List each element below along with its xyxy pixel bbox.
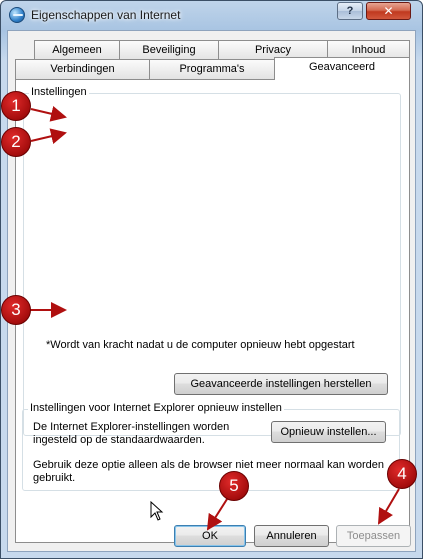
tab-algemeen[interactable]: Algemeen bbox=[34, 40, 120, 60]
close-button[interactable]: ✕ bbox=[366, 2, 411, 20]
internet-options-window: Eigenschappen van Internet ? ✕ Algemeen … bbox=[0, 0, 423, 559]
tab-programmas[interactable]: Programma's bbox=[149, 59, 275, 79]
apply-button[interactable]: Toepassen bbox=[336, 525, 411, 547]
restart-note: *Wordt van kracht nadat u de computer op… bbox=[46, 339, 355, 351]
reset-description: De Internet Explorer-instellingen worden… bbox=[33, 421, 230, 446]
callout-badge-4: 4 bbox=[387, 459, 417, 489]
callout-badge-5: 5 bbox=[219, 471, 249, 501]
settings-group-label: Instellingen bbox=[29, 86, 89, 98]
mouse-cursor-icon bbox=[150, 501, 164, 521]
callout-badge-3: 3 bbox=[1, 295, 31, 325]
tab-beveiliging[interactable]: Beveiliging bbox=[119, 40, 219, 60]
window-title: Eigenschappen van Internet bbox=[31, 8, 181, 22]
tab-verbindingen[interactable]: Verbindingen bbox=[15, 59, 150, 79]
callout-badge-1: 1 bbox=[1, 91, 31, 121]
reset-button[interactable]: Opnieuw instellen... bbox=[271, 421, 386, 443]
internet-explorer-icon bbox=[9, 7, 25, 23]
restore-advanced-settings-button[interactable]: Geavanceerde instellingen herstellen bbox=[174, 373, 388, 395]
reset-group-label: Instellingen voor Internet Explorer opni… bbox=[28, 402, 284, 414]
tab-geavanceerd[interactable]: Geavanceerd bbox=[274, 57, 410, 80]
reset-warning: Gebruik deze optie alleen als de browser… bbox=[33, 459, 384, 484]
dialog-client-area: Algemeen Beveiliging Privacy Inhoud Verb… bbox=[7, 30, 416, 552]
ok-button[interactable]: OK bbox=[174, 525, 246, 547]
callout-badge-2: 2 bbox=[1, 127, 31, 157]
help-button[interactable]: ? bbox=[337, 2, 363, 20]
cancel-button[interactable]: Annuleren bbox=[254, 525, 329, 547]
title-bar[interactable]: Eigenschappen van Internet ? ✕ bbox=[1, 1, 422, 29]
